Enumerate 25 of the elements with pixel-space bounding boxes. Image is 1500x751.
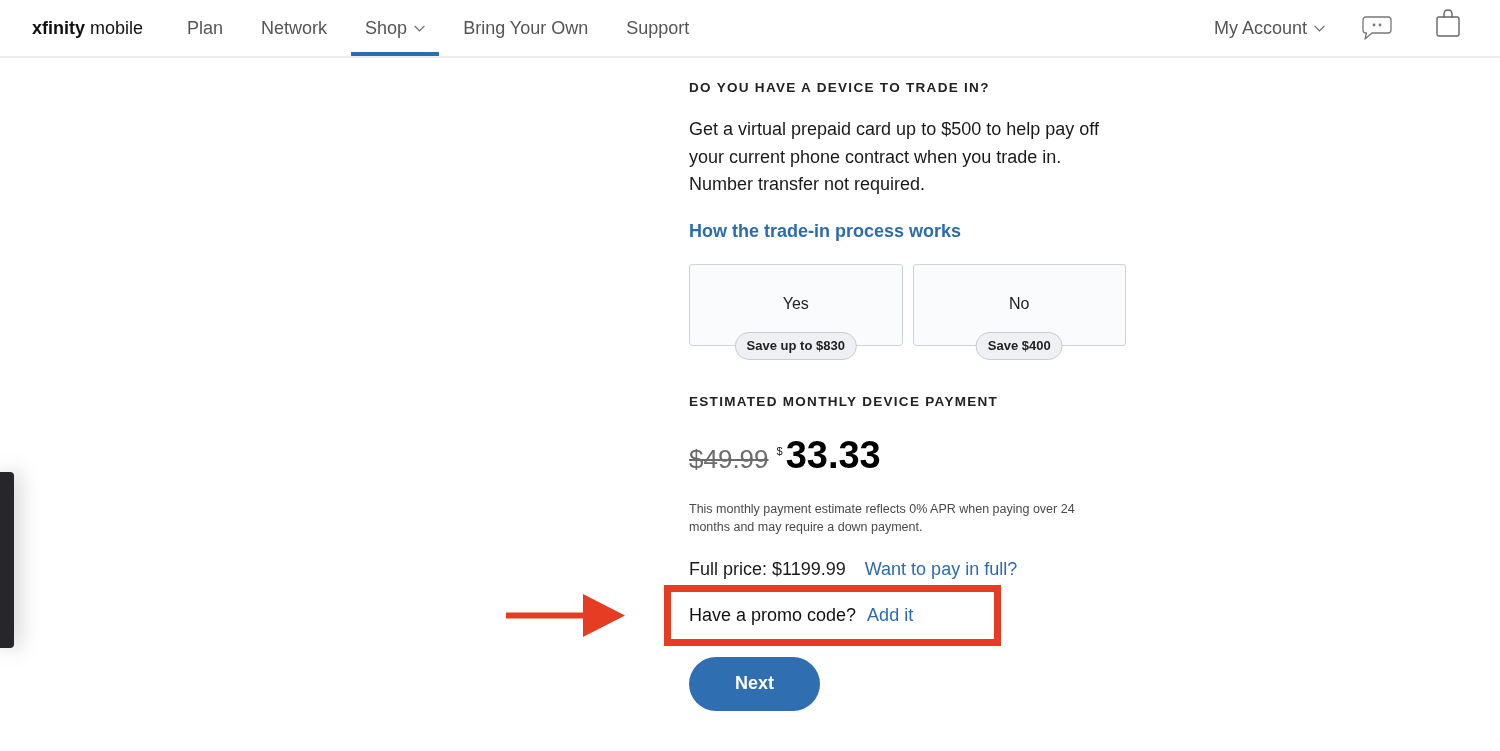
- pay-in-full-link[interactable]: Want to pay in full?: [864, 554, 1018, 583]
- savings-badge: Save up to $830: [734, 331, 857, 360]
- next-button[interactable]: Next: [689, 656, 820, 711]
- account-menu[interactable]: My Account: [1213, 0, 1325, 56]
- section-heading: DO YOU HAVE A DEVICE TO TRADE IN?: [689, 79, 991, 97]
- nav-tab[interactable]: Support: [612, 0, 704, 56]
- nav-tab[interactable]: Plan: [173, 0, 238, 56]
- chevron-down-icon: [1314, 24, 1325, 32]
- section-heading: ESTIMATED MONTHLY DEVICE PAYMENT: [689, 392, 1000, 411]
- nav-tab[interactable]: Shop: [351, 0, 440, 56]
- original-price: $49.99: [689, 443, 769, 474]
- promo-code-prompt: Have a promo code?: [689, 604, 857, 626]
- chevron-down-icon: [414, 24, 426, 32]
- trade-in-description: Get a virtual prepaid card up to $500 to help pay off your current phone contract when you trade in. Number transfer not required.: [689, 118, 1100, 196]
- full-price: Full price: $1199.99: [689, 557, 846, 581]
- nav-tab[interactable]: Bring Your Own: [449, 0, 603, 56]
- payment-disclaimer: This monthly payment estimate reflects 0% APR when paying over 24 months and may require a down payment.: [689, 500, 1076, 536]
- add-promo-link[interactable]: Add it: [867, 604, 914, 626]
- chat-icon[interactable]: [1362, 16, 1392, 40]
- nav-tab[interactable]: Network: [247, 0, 342, 56]
- trade-in-process-link[interactable]: How the trade-in process works: [689, 216, 962, 245]
- currency-symbol: $: [776, 444, 783, 457]
- monthly-price: 33.33: [785, 433, 881, 476]
- brand-logo[interactable]: xfinity mobile: [32, 17, 144, 39]
- shopping-bag-icon[interactable]: [1436, 9, 1460, 37]
